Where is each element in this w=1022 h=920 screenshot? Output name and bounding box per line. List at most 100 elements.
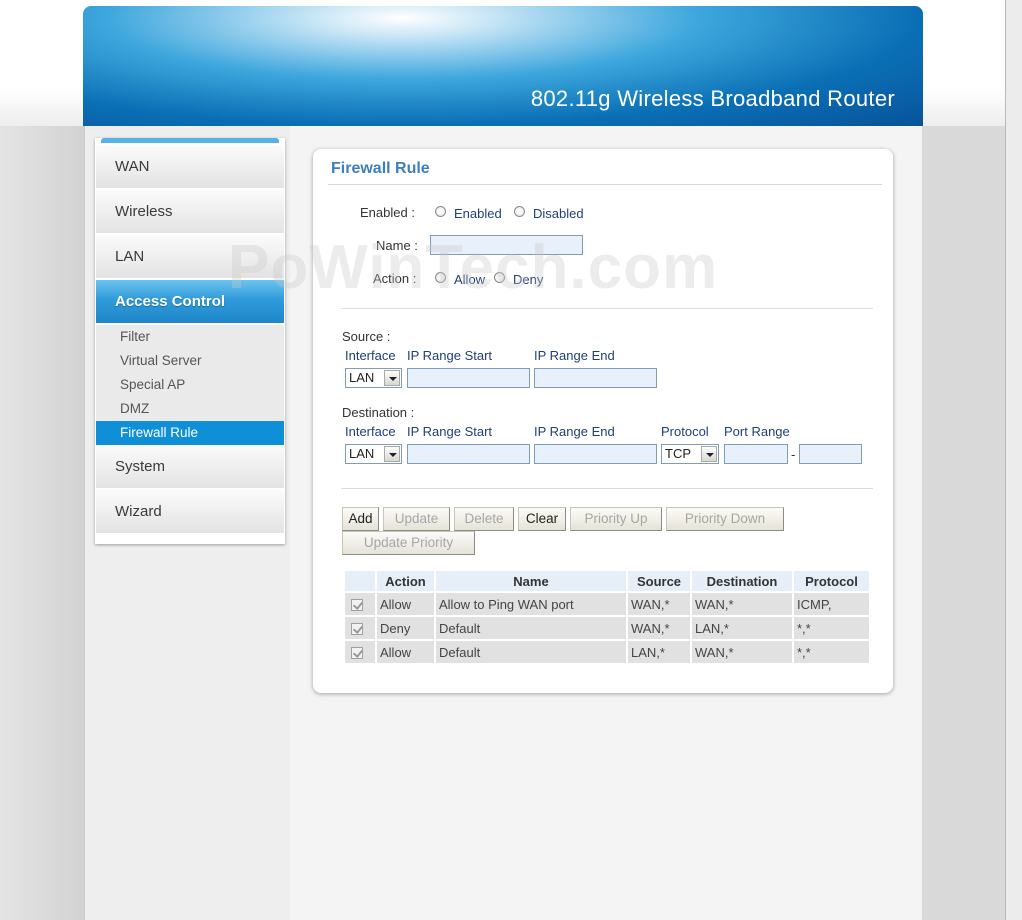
row-protocol: *,* [794,641,869,663]
page-title: Firewall Rule [331,160,430,177]
sidebar-item-label: LAN [115,248,145,265]
allow-option-label: Allow [454,272,486,287]
disabled-radio[interactable] [514,206,525,217]
submenu-item-label: Firewall Rule [120,425,199,440]
column-header-action: Action [377,571,434,591]
submenu-item-special-ap[interactable]: Special AP [96,373,284,397]
row-source: WAN,* [628,593,690,615]
source-ip-start-header: IP Range Start [407,348,493,363]
row-destination: WAN,* [692,641,792,663]
row-checkbox-cell [345,641,375,663]
row-name: Default [436,617,626,639]
sidebar-menu: WAN Wireless LAN Access Control Filter V… [95,138,285,544]
enabled-radio[interactable] [435,206,446,217]
row-checkbox[interactable] [351,623,363,636]
enabled-label: Enabled : [360,205,415,220]
access-control-submenu: Filter Virtual Server Special AP DMZ Fir… [96,325,284,445]
firewall-rules-table: Action Name Source Destination Protocol … [343,569,871,665]
destination-interface-select[interactable]: LAN [345,444,402,464]
table-header-row: Action Name Source Destination Protocol [345,571,869,591]
row-checkbox-cell [345,617,375,639]
column-header-destination: Destination [692,571,792,591]
port-range-header: Port Range [724,424,790,439]
sidebar-item-label: Wizard [115,503,162,520]
sidebar-item-lan[interactable]: LAN [96,235,284,279]
source-label: Source : [342,329,391,344]
row-protocol: *,* [794,617,869,639]
delete-button[interactable]: Delete [454,507,514,531]
submenu-item-label: Filter [120,329,150,344]
port-range-start-input[interactable] [724,444,788,464]
submenu-item-virtual-server[interactable]: Virtual Server [96,349,284,373]
router-header-banner: 802.11g Wireless Broadband Router [83,6,923,126]
table-row[interactable]: Allow Allow to Ping WAN port WAN,* WAN,*… [345,593,869,615]
sidebar-item-system[interactable]: System [96,445,284,489]
row-action: Allow [377,593,434,615]
destination-label: Destination : [342,405,415,420]
chevron-down-icon [701,446,717,462]
chevron-down-icon [384,370,400,386]
column-header-source: Source [628,571,690,591]
submenu-item-label: DMZ [120,401,150,416]
source-ip-start-input[interactable] [407,368,530,388]
port-range-end-input[interactable] [799,444,862,464]
sidebar-item-label: Access Control [115,293,226,310]
submenu-item-dmz[interactable]: DMZ [96,397,284,421]
submenu-item-firewall-rule[interactable]: Firewall Rule [96,421,284,445]
chevron-down-icon [384,446,400,462]
allow-radio[interactable] [435,272,446,283]
row-checkbox[interactable] [351,599,363,612]
submenu-item-label: Special AP [120,377,186,392]
submenu-item-label: Virtual Server [120,353,202,368]
column-header-name: Name [436,571,626,591]
priority-down-button[interactable]: Priority Down [666,507,784,531]
source-ip-end-header: IP Range End [534,348,615,363]
protocol-header: Protocol [661,424,709,439]
row-destination: WAN,* [692,593,792,615]
rule-name-input[interactable] [430,235,583,255]
row-source: LAN,* [628,641,690,663]
firewall-rule-panel: Firewall Rule Enabled : Enabled Disabled… [313,149,893,693]
row-checkbox[interactable] [351,647,363,660]
left-gutter [0,126,84,920]
clear-button[interactable]: Clear [518,507,566,531]
source-ip-end-input[interactable] [534,368,657,388]
row-source: WAN,* [628,617,690,639]
title-divider [328,184,882,185]
sidebar-item-wireless[interactable]: Wireless [96,190,284,234]
row-action: Deny [377,617,434,639]
section-divider [341,488,873,489]
port-range-separator: - [791,447,796,462]
table-row[interactable]: Allow Default LAN,* WAN,* *,* [345,641,869,663]
row-name: Default [436,641,626,663]
enabled-option-label: Enabled [454,206,502,221]
update-priority-button[interactable]: Update Priority [342,531,475,555]
sidebar-item-wan[interactable]: WAN [96,145,284,189]
protocol-select[interactable]: TCP [661,444,719,464]
destination-interface-value: LAN [349,446,375,461]
window-scrollbar[interactable] [1005,0,1022,920]
update-button[interactable]: Update [383,507,450,531]
row-protocol: ICMP, [794,593,869,615]
row-destination: LAN,* [692,617,792,639]
destination-ip-end-input[interactable] [534,444,657,464]
sidebar-item-label: System [115,458,166,475]
row-name: Allow to Ping WAN port [436,593,626,615]
priority-up-button[interactable]: Priority Up [570,507,662,531]
table-row[interactable]: Deny Default WAN,* LAN,* *,* [345,617,869,639]
row-checkbox-cell [345,593,375,615]
column-header-protocol: Protocol [794,571,869,591]
add-button[interactable]: Add [342,507,379,531]
name-label: Name : [376,238,418,253]
source-interface-value: LAN [349,370,375,385]
destination-ip-start-input[interactable] [407,444,530,464]
sidebar-item-access-control[interactable]: Access Control [96,280,284,324]
destination-interface-header: Interface [345,424,396,439]
source-interface-select[interactable]: LAN [345,368,402,388]
deny-radio[interactable] [494,272,505,283]
destination-ip-start-header: IP Range Start [407,424,493,439]
submenu-item-filter[interactable]: Filter [96,325,284,349]
sidebar-item-wizard[interactable]: Wizard [96,490,284,534]
action-label: Action : [373,271,417,286]
row-action: Allow [377,641,434,663]
